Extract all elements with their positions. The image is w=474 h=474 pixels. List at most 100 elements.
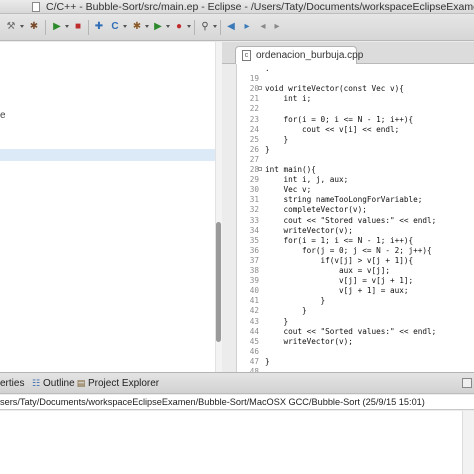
code-line[interactable]: 47} bbox=[237, 357, 474, 367]
code-line[interactable]: 39 v[j] = v[j + 1]; bbox=[237, 276, 474, 286]
editor-tab-bar: c ordenacion_burbuja.cpp bbox=[222, 42, 474, 64]
bug-icon[interactable]: ✱ bbox=[130, 20, 144, 34]
code-line[interactable]: 20 void writeVector(const Vec v){ bbox=[237, 84, 474, 94]
code-text: Vec v; bbox=[265, 185, 312, 195]
editor-tab-label: ordenacion_burbuja.cpp bbox=[256, 50, 364, 61]
code-line[interactable]: 43 } bbox=[237, 317, 474, 327]
chevron-down-icon[interactable] bbox=[123, 25, 127, 28]
code-line[interactable]: 28 int main(){ bbox=[237, 165, 474, 175]
code-line[interactable]: 42 } bbox=[237, 306, 474, 316]
new-project-icon[interactable]: ✚ bbox=[92, 20, 106, 34]
code-line[interactable]: 40 v[j + 1] = aux; bbox=[237, 286, 474, 296]
code-line[interactable]: 37 if(v[j] > v[j + 1]){ bbox=[237, 256, 474, 266]
code-text: cout << "Stored values:" << endl; bbox=[265, 215, 437, 225]
code-text: . bbox=[265, 64, 270, 73]
line-number: 32 bbox=[249, 205, 259, 215]
code-line[interactable]: 46 bbox=[237, 347, 474, 357]
tab-properties[interactable]: erties bbox=[0, 378, 24, 389]
code-line[interactable]: 41 } bbox=[237, 296, 474, 306]
console-output[interactable] bbox=[0, 411, 474, 474]
bug-debug-icon[interactable]: ✱ bbox=[27, 20, 41, 34]
line-number: 20 bbox=[249, 84, 259, 94]
document-icon bbox=[32, 2, 40, 12]
console-scrollbar[interactable] bbox=[462, 411, 474, 474]
outline-icon: ☷ bbox=[31, 378, 41, 388]
code-line[interactable]: 24 cout << v[i] << endl; bbox=[237, 125, 474, 135]
line-number: 45 bbox=[249, 336, 259, 346]
code-line[interactable]: 27 bbox=[237, 155, 474, 165]
code-line[interactable]: 36 for(j = 0; j <= N - 2; j++){ bbox=[237, 246, 474, 256]
code-line[interactable]: 29 int i, j, aux; bbox=[237, 175, 474, 185]
code-text: cout << v[i] << endl; bbox=[265, 124, 400, 134]
code-line[interactable]: 34 writeVector(v); bbox=[237, 226, 474, 236]
code-editor[interactable]: . 19 20 void writeVector(const Vec v){21 in… bbox=[236, 64, 474, 376]
code-text: v[j + 1] = aux; bbox=[265, 286, 409, 296]
line-number: 23 bbox=[249, 114, 259, 124]
code-line[interactable]: 22 bbox=[237, 104, 474, 114]
line-number: 36 bbox=[249, 245, 259, 255]
code-line[interactable]: . bbox=[237, 64, 474, 74]
code-line[interactable]: 44 cout << "Sorted values:" << endl; bbox=[237, 327, 474, 337]
code-line[interactable]: 30 Vec v; bbox=[237, 185, 474, 195]
code-text: v[j] = v[j + 1]; bbox=[265, 276, 414, 286]
minimize-view-icon[interactable] bbox=[462, 378, 472, 388]
run-icon[interactable]: ▶ bbox=[50, 20, 64, 34]
tab-project-explorer[interactable]: Project Explorer bbox=[88, 378, 159, 389]
search-icon[interactable]: ⚲ bbox=[198, 20, 212, 34]
stop-icon[interactable]: ■ bbox=[71, 20, 85, 34]
code-line[interactable]: 23 for(i = 0; i <= N - 1; i++){ bbox=[237, 115, 474, 125]
toolbar-separator bbox=[194, 20, 195, 35]
tree-item-fragment[interactable]: e bbox=[0, 110, 6, 121]
code-line[interactable]: 35 for(i = 1; i <= N - 1; i++){ bbox=[237, 236, 474, 246]
forward-icon[interactable]: ▸ bbox=[240, 20, 254, 34]
chevron-down-icon[interactable] bbox=[187, 25, 191, 28]
console-path-text: sers/Taty/Documents/workspaceEclipseExam… bbox=[0, 397, 425, 407]
nav-back-icon[interactable]: ◂ bbox=[256, 20, 270, 34]
code-text: for(i = 0; i <= N - 1; i++){ bbox=[265, 114, 414, 124]
code-line[interactable]: 45 writeVector(v); bbox=[237, 337, 474, 347]
line-number: 24 bbox=[249, 124, 259, 134]
tab-outline[interactable]: Outline bbox=[43, 378, 75, 389]
line-number: 31 bbox=[249, 195, 259, 205]
line-number: 37 bbox=[249, 255, 259, 265]
code-line[interactable]: 21 int i; bbox=[237, 94, 474, 104]
code-line[interactable]: 32 completeVector(v); bbox=[237, 205, 474, 215]
chevron-down-icon[interactable] bbox=[145, 25, 149, 28]
code-line[interactable]: 31 string nameTooLongForVariable; bbox=[237, 195, 474, 205]
nav-forward-icon[interactable]: ▸ bbox=[270, 20, 284, 34]
editor-tab-ordenacion-burbuja[interactable]: c ordenacion_burbuja.cpp bbox=[235, 46, 363, 64]
code-line[interactable]: 25 } bbox=[237, 135, 474, 145]
code-line[interactable]: 26} bbox=[237, 145, 474, 155]
code-text: int main(){ bbox=[265, 165, 316, 174]
external-tools-icon[interactable]: ● bbox=[172, 20, 186, 34]
toolbar-separator bbox=[88, 20, 89, 35]
navigator-scrollbar-thumb[interactable] bbox=[216, 222, 221, 342]
project-navigator-panel[interactable]: e bbox=[0, 42, 222, 372]
line-number: 38 bbox=[249, 266, 259, 275]
hammer-build-icon[interactable]: ⚒ bbox=[4, 20, 18, 34]
run-icon[interactable]: ▶ bbox=[151, 20, 165, 34]
chevron-down-icon[interactable] bbox=[20, 25, 24, 28]
fold-toggle-icon[interactable] bbox=[258, 167, 262, 171]
chevron-down-icon[interactable] bbox=[213, 25, 217, 28]
code-line[interactable]: 38 aux = v[j]; bbox=[237, 266, 474, 276]
code-text: } bbox=[265, 296, 326, 306]
tree-selected-row[interactable] bbox=[0, 149, 215, 161]
line-number: 41 bbox=[249, 296, 259, 306]
chevron-down-icon[interactable] bbox=[65, 25, 69, 28]
code-text: for(j = 0; j <= N - 2; j++){ bbox=[265, 245, 432, 255]
line-number: 25 bbox=[249, 134, 259, 144]
code-text: string nameTooLongForVariable; bbox=[265, 195, 423, 205]
new-class-icon[interactable]: C bbox=[108, 20, 122, 34]
code-line[interactable]: 33 cout << "Stored values:" << endl; bbox=[237, 216, 474, 226]
line-number: 46 bbox=[249, 346, 259, 356]
code-line[interactable]: 19 bbox=[237, 74, 474, 84]
code-text: } bbox=[265, 134, 289, 144]
line-number: 21 bbox=[249, 94, 259, 104]
line-number: 19 bbox=[249, 74, 259, 84]
chevron-down-icon[interactable] bbox=[166, 25, 170, 28]
back-icon[interactable]: ◀ bbox=[224, 20, 238, 34]
toolbar-separator bbox=[45, 20, 46, 35]
code-text: } bbox=[265, 316, 289, 326]
fold-toggle-icon[interactable] bbox=[258, 86, 262, 91]
